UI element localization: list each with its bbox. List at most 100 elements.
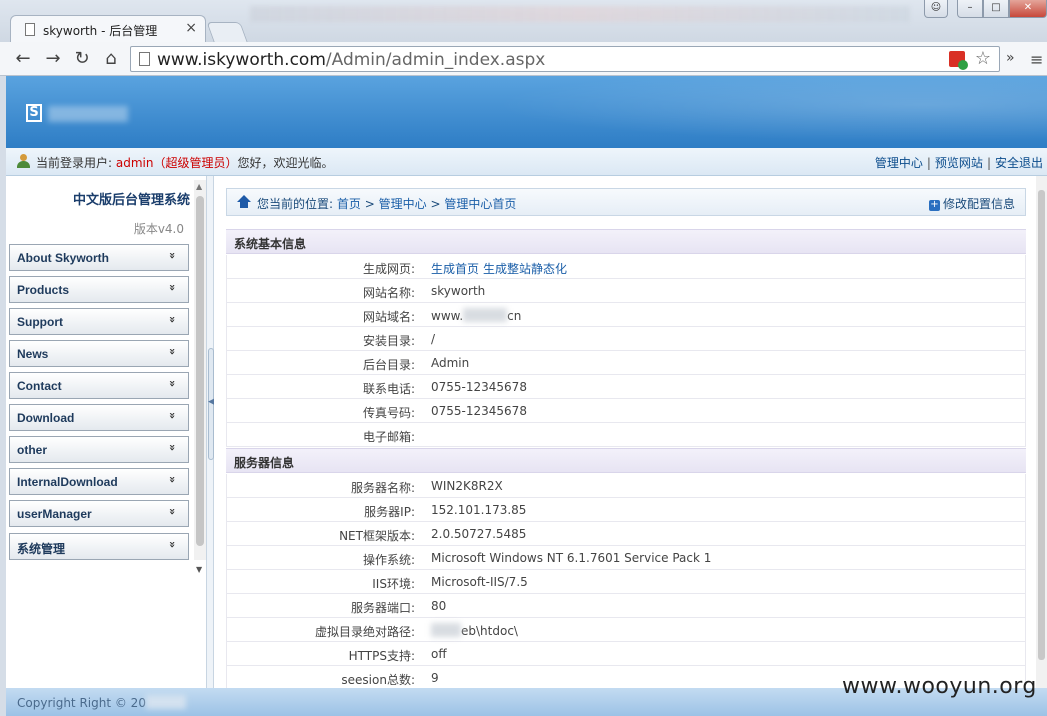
table-row: 安装目录: /: [226, 327, 1026, 351]
sidebar-item-news[interactable]: News»: [9, 340, 189, 367]
breadcrumb-home-link[interactable]: 首页: [337, 197, 361, 211]
expand-icon: »: [165, 540, 179, 549]
generate-static-site-link[interactable]: 生成整站静态化: [483, 262, 567, 276]
table-row: 后台目录: Admin: [226, 351, 1026, 375]
table-row: 服务器名称: WIN2K8R2X: [226, 474, 1026, 498]
sidebar-item-products[interactable]: Products»: [9, 276, 189, 303]
back-icon[interactable]: ←: [12, 48, 34, 70]
main-scrollbar[interactable]: [1036, 176, 1047, 688]
expand-icon: »: [165, 283, 179, 292]
table-row: 虚拟目录绝对路径: eb\htdoc\: [226, 618, 1026, 642]
page-icon: [139, 52, 150, 66]
table-row: IIS环境: Microsoft-IIS/7.5: [226, 570, 1026, 594]
breadcrumb-admin-center-link[interactable]: 管理中心: [379, 197, 427, 211]
expand-icon: »: [165, 507, 179, 516]
sidebar-item-user-manager[interactable]: userManager»: [9, 500, 189, 527]
user-bar: 当前登录用户: admin（超级管理员）您好，欢迎光临。 管理中心 | 预览网站 | 安…: [6, 148, 1047, 176]
watermark: www.wooyun.org: [842, 674, 1037, 699]
scrollbar-thumb[interactable]: [1038, 190, 1045, 660]
logo-mark: S: [26, 104, 42, 122]
main-content: 您当前的位置: 首页 > 管理中心 > 管理中心首页 + 修改配置信息 系统基本信…: [214, 176, 1036, 690]
table-row: 服务器端口: 80: [226, 594, 1026, 618]
forward-icon[interactable]: →: [42, 48, 64, 70]
browser-toolbar: ← → ↻ ⌂ www.iskyworth.com/Admin/admin_in…: [0, 42, 1047, 76]
table-row: 服务器IP: 152.101.173.85: [226, 498, 1026, 522]
sidebar-item-system-management[interactable]: 系统管理»: [9, 533, 189, 560]
overflow-chevron-icon[interactable]: »: [1006, 50, 1015, 66]
logo-redacted: [48, 106, 128, 122]
table-row: HTTPS支持: off: [226, 642, 1026, 666]
sidebar-splitter: ◀: [206, 176, 215, 688]
browser-menu-icon[interactable]: ≡: [1030, 50, 1043, 69]
sidebar-item-download[interactable]: Download»: [9, 404, 189, 431]
home-icon[interactable]: ⌂: [100, 48, 122, 70]
expand-icon: »: [165, 443, 179, 452]
redacted-text: [431, 623, 461, 637]
maximize-button[interactable]: □: [983, 0, 1009, 18]
tab-title: skyworth - 后台管理: [43, 24, 158, 38]
profile-button[interactable]: ☺: [924, 0, 948, 18]
reload-icon[interactable]: ↻: [71, 48, 93, 70]
table-row: 联系电话: 0755-12345678: [226, 375, 1026, 399]
breadcrumb-current[interactable]: 管理中心首页: [444, 197, 516, 211]
background-tabs: [250, 6, 910, 22]
basic-info-header: 系统基本信息: [226, 229, 1026, 254]
new-tab-button[interactable]: [206, 22, 248, 42]
preview-site-link[interactable]: 预览网站: [935, 156, 983, 170]
user-icon: [16, 154, 32, 168]
login-info: 当前登录用户: admin（超级管理员）您好，欢迎光临。: [36, 156, 334, 170]
expand-icon: »: [165, 379, 179, 388]
sidebar-item-contact[interactable]: Contact»: [9, 372, 189, 399]
table-row: 电子邮箱:: [226, 423, 1026, 447]
copyright: Copyright Right © 20: [17, 695, 186, 710]
table-row: 网站名称: skyworth: [226, 279, 1026, 303]
home-icon: [237, 195, 251, 209]
redacted-text: [145, 695, 186, 709]
sidebar-item-other[interactable]: other»: [9, 436, 189, 463]
system-title: 中文版后台管理系统: [72, 193, 190, 208]
minimize-button[interactable]: –: [957, 0, 983, 18]
sidebar-scrollbar[interactable]: ▲ ▼: [194, 180, 206, 574]
plus-icon: +: [928, 199, 940, 211]
close-window-button[interactable]: ✕: [1009, 0, 1047, 18]
breadcrumb: 您当前的位置: 首页 > 管理中心 > 管理中心首页 + 修改配置信息: [226, 188, 1026, 216]
page-icon: [25, 23, 35, 36]
sidebar-header: 中文版后台管理系统 版本v4.0: [6, 176, 192, 238]
scroll-down-icon[interactable]: ▼: [196, 565, 202, 574]
sidebar: 中文版后台管理系统 版本v4.0 About Skyworth» Product…: [6, 176, 206, 688]
address-bar[interactable]: www.iskyworth.com/Admin/admin_index.aspx…: [130, 46, 1000, 72]
site-banner: S: [6, 76, 1047, 148]
generate-homepage-link[interactable]: 生成首页: [431, 262, 479, 276]
sidebar-item-internal-download[interactable]: InternalDownload»: [9, 468, 189, 495]
browser-tab[interactable]: skyworth - 后台管理 ×: [10, 15, 206, 43]
top-links: 管理中心 | 预览网站 | 安全退出: [874, 156, 1043, 170]
logout-link[interactable]: 安全退出: [995, 156, 1043, 170]
server-info-header: 服务器信息: [226, 448, 1026, 473]
current-user: admin（超级管理员）: [115, 156, 238, 170]
sidebar-item-support[interactable]: Support»: [9, 308, 189, 335]
expand-icon: »: [165, 347, 179, 356]
site-logo: S: [26, 104, 136, 124]
table-row: 操作系统: Microsoft Windows NT 6.1.7601 Servi…: [226, 546, 1026, 570]
scrollbar-thumb[interactable]: [196, 196, 204, 546]
extension-icon[interactable]: [949, 51, 968, 70]
table-row: 网站域名: www. cn: [226, 303, 1026, 327]
url-text[interactable]: www.iskyworth.com/Admin/admin_index.aspx: [157, 50, 545, 70]
tab-close-icon[interactable]: ×: [185, 20, 197, 36]
expand-icon: »: [165, 315, 179, 324]
sidebar-item-about-skyworth[interactable]: About Skyworth»: [9, 244, 189, 271]
expand-icon: »: [165, 251, 179, 260]
edit-config-link[interactable]: + 修改配置信息: [928, 195, 1015, 212]
expand-icon: »: [165, 475, 179, 484]
version-label: 版本v4.0: [133, 222, 184, 236]
table-row: 传真号码: 0755-12345678: [226, 399, 1026, 423]
browser-titlebar: skyworth - 后台管理 × ☺ – □ ✕: [0, 0, 1047, 43]
breadcrumb-path: 您当前的位置: 首页 > 管理中心 > 管理中心首页: [257, 197, 517, 211]
expand-icon: »: [165, 411, 179, 420]
admin-center-link[interactable]: 管理中心: [875, 156, 923, 170]
redacted-text: [463, 308, 508, 322]
table-row: NET框架版本: 2.0.50727.5485: [226, 522, 1026, 546]
scroll-up-icon[interactable]: ▲: [196, 182, 202, 191]
bookmark-star-icon[interactable]: ☆: [975, 48, 991, 69]
table-row: 生成网页: 生成首页 生成整站静态化: [226, 255, 1026, 279]
